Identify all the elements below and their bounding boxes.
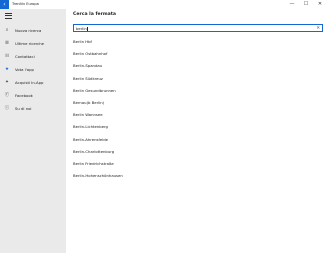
list-item[interactable]: Berlin-Lichtenberg [73, 121, 323, 133]
search-input-value: berlin [76, 25, 88, 32]
contacts-icon: ☷ [5, 53, 9, 59]
sidebar-item-contattaci[interactable]: ☷ Contattaci [0, 50, 66, 63]
sidebar-item-facebook[interactable]: ⓕ Facebook [0, 89, 66, 102]
search-value-text: berlin [76, 26, 87, 31]
list-item[interactable]: Berlin-Charlottenburg [73, 146, 323, 158]
sidebar-item-label: Vota l'app [15, 67, 34, 72]
sidebar-item-label: Contattaci [15, 54, 35, 59]
sidebar-nav: ⌕ Nuova ricerca ☰ Ultime ricerche ☷ Cont… [0, 24, 66, 115]
sidebar-item-label: Acquisti In-App [15, 80, 44, 85]
list-item[interactable]: Berlin-Ahrensfelde [73, 134, 323, 146]
list-item[interactable]: Bernau(b Berlin) [73, 97, 323, 109]
history-icon: ☰ [5, 40, 9, 46]
search-icon: ⌕ [5, 27, 9, 33]
hamburger-menu-icon[interactable] [5, 13, 12, 19]
page-title: Cerca la fermata [73, 12, 117, 17]
maximize-button[interactable]: ☐ [299, 0, 313, 9]
sidebar-item-label: Ultime ricerche [15, 41, 44, 46]
list-item[interactable]: Berlin Ostbahnhof [73, 48, 323, 60]
results-list: Berlin Hbf Berlin Ostbahnhof Berlin-Span… [73, 36, 323, 182]
facebook-icon: ⓕ [4, 92, 10, 98]
back-button[interactable]: ‹ [0, 0, 9, 9]
list-item[interactable]: Berlin Wannsee [73, 109, 323, 121]
close-button[interactable]: ✕ [313, 0, 327, 9]
list-item[interactable]: Berlin-Hohenschönhausen [73, 170, 323, 182]
list-item[interactable]: Berlin-Spandau [73, 60, 323, 72]
sidebar-item-label: Su di noi [15, 106, 32, 111]
list-item[interactable]: Berlin Friedrichstraße [73, 158, 323, 170]
list-item[interactable]: Berlin Südkreuz [73, 73, 323, 85]
list-item[interactable]: Berlin Hbf [73, 36, 323, 48]
info-icon: ⓘ [4, 105, 10, 111]
window-title: Trenitlv Europa [12, 2, 39, 6]
sidebar-item-ultime-ricerche[interactable]: ☰ Ultime ricerche [0, 37, 66, 50]
window-controls: — ☐ ✕ [285, 0, 327, 9]
main-content: Cerca la fermata berlin ✕ Berlin Hbf Ber… [66, 9, 327, 253]
minimize-button[interactable]: — [285, 0, 299, 9]
star-icon: ★ [5, 66, 9, 72]
sidebar: ⌕ Nuova ricerca ☰ Ultime ricerche ☷ Cont… [0, 9, 66, 253]
text-caret [87, 26, 88, 32]
sidebar-item-acquisti[interactable]: ✦ Acquisti In-App [0, 76, 66, 89]
shopping-icon: ✦ [5, 79, 9, 85]
sidebar-item-nuova-ricerca[interactable]: ⌕ Nuova ricerca [0, 24, 66, 37]
list-item[interactable]: Berlin Gesundbrunnen [73, 85, 323, 97]
title-bar: ‹ Trenitlv Europa — ☐ ✕ [0, 0, 327, 9]
search-input[interactable]: berlin ✕ [73, 24, 323, 32]
sidebar-item-label: Facebook [15, 93, 33, 98]
sidebar-item-su-di-noi[interactable]: ⓘ Su di noi [0, 102, 66, 115]
sidebar-item-vota-app[interactable]: ★ Vota l'app [0, 63, 66, 76]
clear-icon[interactable]: ✕ [316, 25, 320, 32]
sidebar-item-label: Nuova ricerca [15, 28, 42, 33]
